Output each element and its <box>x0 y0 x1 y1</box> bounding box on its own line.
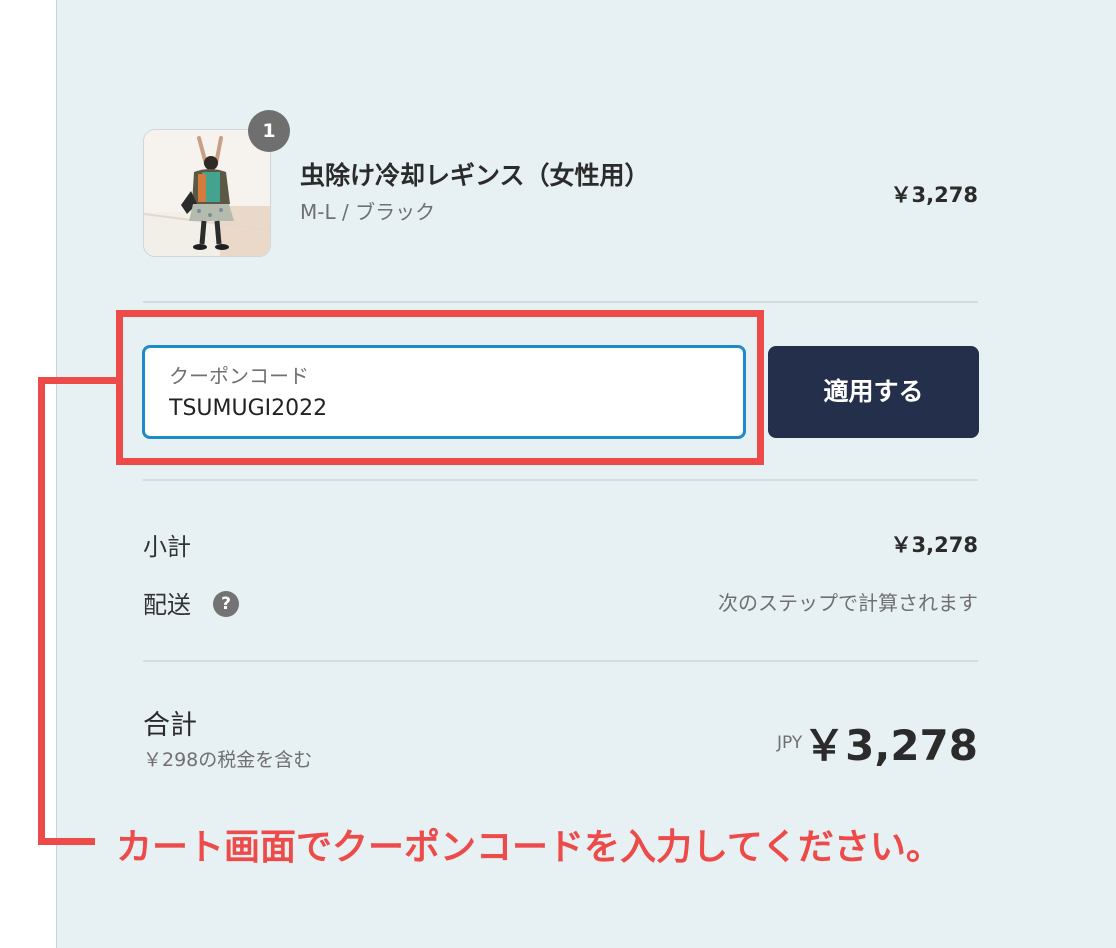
subtotal-label: 小計 <box>143 533 191 561</box>
main-content-edge <box>0 0 56 948</box>
annotation-highlight-box <box>116 310 764 465</box>
shipping-help-icon[interactable]: ? <box>213 591 239 617</box>
apply-coupon-button[interactable]: 適用する <box>768 346 979 438</box>
shipping-value: 次のステップで計算されます <box>718 591 978 615</box>
divider-middle <box>143 479 978 481</box>
divider-bottom <box>143 660 978 662</box>
divider-top <box>143 301 978 303</box>
annotation-connector <box>38 377 45 845</box>
tax-note: ￥298の税金を含む <box>143 749 313 771</box>
currency-code: JPY <box>777 733 803 753</box>
product-variant: M-L / ブラック <box>300 200 436 224</box>
product-thumbnail <box>143 129 271 257</box>
product-price: ￥3,278 <box>890 183 978 207</box>
quantity-badge: 1 <box>248 110 290 152</box>
product-name: 虫除け冷却レギンス（女性用） <box>300 161 650 190</box>
product-photo-icon <box>144 130 270 256</box>
annotation-instruction: カート画面でクーポンコードを入力してください。 <box>116 827 942 868</box>
subtotal-value: ￥3,278 <box>890 533 978 557</box>
checkout-page: 1 虫除け冷却レギンス（女性用） M-L / ブラック ￥3,278 クーポンコ… <box>0 0 1116 948</box>
total-label: 合計 <box>143 710 197 741</box>
grand-total: ￥3,278 <box>803 721 978 770</box>
shipping-label: 配送 <box>143 591 191 619</box>
annotation-connector <box>38 838 95 845</box>
annotation-connector <box>38 377 117 384</box>
